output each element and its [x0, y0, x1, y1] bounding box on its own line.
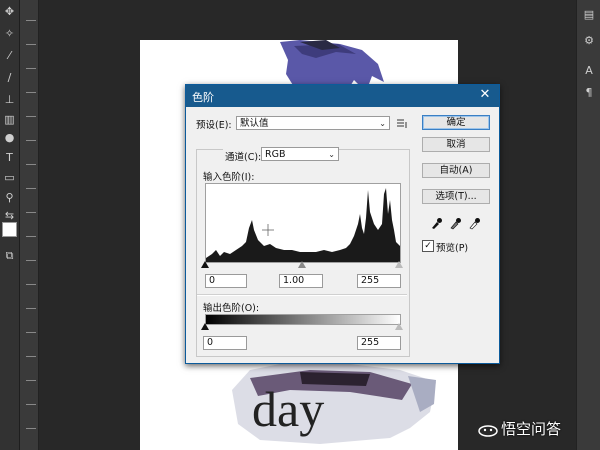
- preset-label: 预设(E):: [196, 120, 232, 131]
- output-white-slider[interactable]: [395, 323, 403, 330]
- watermark-text: 悟空问答: [501, 420, 562, 438]
- input-slider-track: [201, 261, 403, 269]
- properties-icon[interactable]: ⚙: [581, 34, 597, 48]
- type-icon[interactable]: T: [2, 150, 17, 165]
- output-levels-label: 输出色阶(O):: [203, 303, 260, 314]
- tools-panel: ✥ ✧ ⁄ ∕ ⊥ ▥ ● T ▭ ⚲ ⇆ ⧉: [0, 0, 20, 450]
- input-white-slider[interactable]: [395, 261, 403, 268]
- channel-value: RGB: [265, 149, 286, 160]
- cancel-button[interactable]: 取消: [422, 137, 490, 152]
- shape-icon[interactable]: ▭: [2, 170, 17, 185]
- channel-select[interactable]: RGB ⌄: [261, 147, 339, 161]
- foreground-color[interactable]: [2, 222, 17, 237]
- close-icon[interactable]: ✕: [477, 87, 493, 103]
- wukong-logo-icon: [478, 424, 498, 437]
- preview-checkbox[interactable]: ✓: [422, 240, 434, 252]
- gradient-icon[interactable]: ▥: [2, 112, 17, 127]
- auto-button[interactable]: 自动(A): [422, 163, 490, 178]
- preset-select[interactable]: 默认值 ⌄: [236, 116, 390, 130]
- stamp-icon[interactable]: ⊥: [2, 92, 17, 107]
- input-black-slider[interactable]: [201, 261, 209, 268]
- divider: [197, 294, 407, 296]
- zoom-icon[interactable]: ⚲: [2, 190, 17, 205]
- white-point-eyedropper-icon[interactable]: [468, 216, 480, 230]
- crosshair-cursor: [262, 224, 274, 236]
- move-icon[interactable]: ✥: [2, 4, 17, 19]
- channel-label: 通道(C):: [223, 149, 264, 163]
- output-white-field[interactable]: 255: [357, 336, 401, 350]
- input-white-field[interactable]: 255: [357, 274, 401, 288]
- levels-dialog: 色阶 ✕ 预设(E): 默认值 ⌄ 通道(C): RGB ⌄ 输入色阶(I): …: [185, 84, 500, 364]
- character-icon[interactable]: A: [581, 64, 597, 78]
- output-slider-track: [201, 323, 403, 331]
- right-panel-dock: ▤ ⚙ A ¶: [576, 0, 600, 450]
- black-point-eyedropper-icon[interactable]: [430, 216, 442, 230]
- output-black-field[interactable]: 0: [203, 336, 247, 350]
- dialog-titlebar[interactable]: 色阶 ✕: [186, 85, 499, 107]
- swap-colors-icon[interactable]: ⇆: [2, 208, 17, 223]
- histogram: [205, 183, 401, 263]
- watermark: 悟空问答: [478, 418, 561, 439]
- dodge-icon[interactable]: ●: [2, 130, 17, 145]
- history-icon[interactable]: ▤: [581, 8, 597, 22]
- input-levels-label: 输入色阶(I):: [203, 172, 255, 183]
- preset-options-icon[interactable]: [396, 117, 408, 129]
- chevron-down-icon: ⌄: [328, 150, 335, 159]
- screen-mode-icon[interactable]: ⧉: [2, 248, 17, 263]
- brush-icon[interactable]: ∕: [2, 70, 17, 85]
- output-black-slider[interactable]: [201, 323, 209, 330]
- input-gamma-field[interactable]: 1.00: [279, 274, 323, 288]
- preview-label: 预览(P): [436, 243, 469, 254]
- gray-point-eyedropper-icon[interactable]: [449, 216, 461, 230]
- dialog-title: 色阶: [192, 91, 214, 104]
- input-black-field[interactable]: 0: [205, 274, 247, 288]
- magic-wand-icon[interactable]: ✧: [2, 26, 17, 41]
- preset-value: 默认值: [240, 118, 269, 129]
- input-gamma-slider[interactable]: [298, 261, 306, 268]
- vertical-ruler: [20, 0, 39, 450]
- canvas-caption: day: [252, 381, 324, 437]
- options-button[interactable]: 选项(T)...: [422, 189, 490, 204]
- ok-button[interactable]: 确定: [422, 115, 490, 130]
- paragraph-icon[interactable]: ¶: [581, 86, 597, 100]
- chevron-down-icon: ⌄: [379, 119, 386, 128]
- eyedropper-icon[interactable]: ⁄: [2, 48, 17, 63]
